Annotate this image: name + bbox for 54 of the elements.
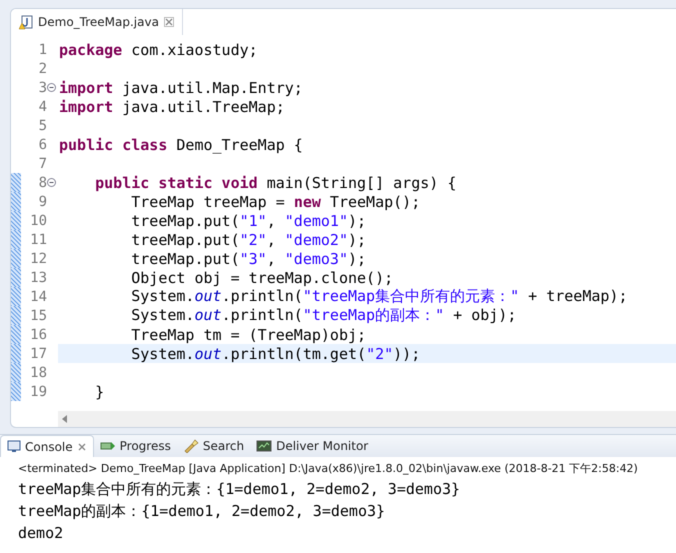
line-number: 16 [29,326,47,342]
line-number: 3 [38,80,47,96]
collapse-icon[interactable] [47,178,56,187]
code-line: Object obj = treeMap.clone(); [130,268,394,286]
console-output: treeMap的副本：{1=demo1, 2=demo2, 3=demo3} [17,501,386,522]
line-number: 8 [38,174,47,190]
line-number: 4 [38,98,47,114]
code-line: import java.util.TreeMap; [59,98,285,116]
line-number: 19 [29,384,47,400]
line-number: 5 [38,118,47,134]
horizontal-scrollbar[interactable] [58,411,676,427]
code-line: } [94,382,104,400]
line-number: 13 [29,270,47,286]
view-tab[interactable]: Search [176,435,250,457]
line-number: 12 [29,250,47,266]
console-icon [7,440,21,453]
line-number: 1 [38,42,47,58]
line-number: 17 [29,346,47,362]
editor-tab[interactable]: Demo_TreeMap.java [11,9,183,35]
code-line: treeMap.put("2", "demo2"); [130,230,366,248]
code-line: treeMap.put("1", "demo1"); [130,212,366,230]
close-icon[interactable] [164,17,174,27]
line-number: 11 [29,232,47,248]
java-file-icon [19,14,33,30]
collapse-icon[interactable] [47,83,56,92]
close-icon[interactable] [76,442,87,452]
line-number: 10 [29,212,47,228]
line-number: 15 [29,308,47,324]
code-line: public static void main(String[] args) { [94,174,456,192]
view-tab[interactable]: Deliver Monitor [250,435,374,457]
code-line: System.out.println("treeMap的副本：" + obj); [130,306,516,325]
scroll-left-icon[interactable] [62,415,68,423]
view-tab[interactable]: Console [0,435,94,457]
console-output: treeMap集合中所有的元素：{1=demo1, 2=demo2, 3=demo3} [17,479,462,500]
line-number: 2 [38,60,47,76]
code-line: TreeMap treeMap = new TreeMap(); [130,192,420,210]
progress-icon [100,440,116,452]
line-number: 6 [38,136,47,152]
code-line: System.out.println(tm.get("2")); [130,344,420,362]
flashlight-icon [182,439,199,453]
line-number: 18 [29,364,47,380]
code-line: System.out.println("treeMap集合中所有的元素：" + treeMap); [130,287,628,306]
console-output: demo2 [17,523,64,544]
line-number: 7 [38,156,47,172]
monitor-icon [256,440,272,452]
code-line: TreeMap tm = (TreeMap)obj; [130,326,366,344]
code-line: package com.xiaostudy; [59,40,258,58]
code-line: public class Demo_TreeMap { [59,136,303,154]
line-number: 14 [29,288,47,304]
code-line: treeMap.put("3", "demo3"); [130,250,366,268]
status-line: <terminated> Demo_TreeMap [Java Application] D:\Java(x86)\jre1.8.0_02\bin\javaw.exe (2018-8-21 下午2:58:42) [17,461,639,477]
line-number: 9 [38,194,47,210]
view-tab[interactable]: Progress [94,435,177,457]
code-line: import java.util.Map.Entry; [59,78,303,96]
